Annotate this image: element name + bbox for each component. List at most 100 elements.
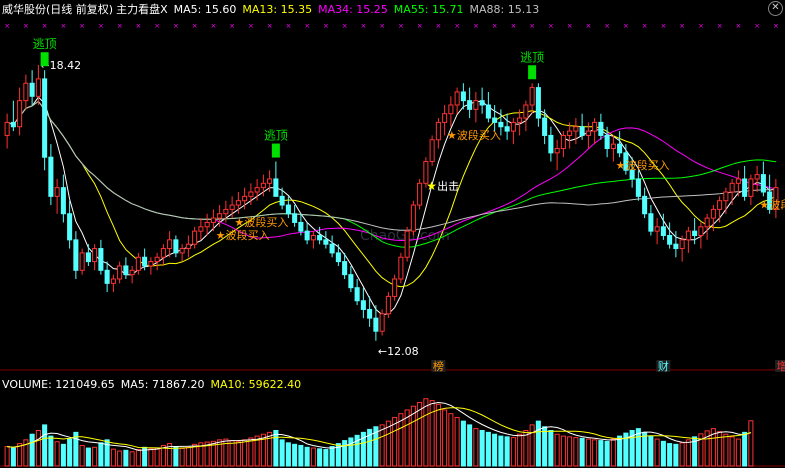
candle-body[interactable]	[367, 308, 373, 319]
candle-body[interactable]	[417, 182, 423, 206]
candle-body[interactable]	[398, 256, 404, 280]
candle-body[interactable]	[192, 230, 198, 245]
candle-body[interactable]	[454, 91, 460, 106]
candle-body[interactable]	[148, 261, 154, 267]
candle-body[interactable]	[598, 121, 604, 136]
candle-body[interactable]	[379, 313, 385, 332]
candle-body[interactable]	[479, 100, 485, 106]
candle-body[interactable]	[373, 317, 379, 332]
candle-body[interactable]	[179, 248, 185, 254]
candle-body[interactable]	[642, 195, 648, 215]
candle-body[interactable]	[310, 235, 316, 241]
candle-body[interactable]	[442, 113, 448, 123]
candle-body[interactable]	[198, 226, 204, 232]
candle-body[interactable]	[129, 269, 135, 276]
candle-body[interactable]	[154, 256, 160, 263]
candle-body[interactable]	[742, 178, 748, 197]
candle-body[interactable]	[473, 100, 479, 110]
candle-body[interactable]	[529, 87, 535, 106]
candle-body[interactable]	[60, 187, 66, 215]
candle-body[interactable]	[335, 252, 341, 263]
candle-body[interactable]	[585, 130, 591, 136]
candle-body[interactable]	[517, 117, 523, 123]
candle-body[interactable]	[79, 252, 85, 271]
kline-chart[interactable]: × × × × × × × × × × × × × × × × × × × × × × × × × × × × × × × × × × × × × × × ×…	[0, 0, 785, 468]
candle-body[interactable]	[567, 130, 573, 136]
candle-body[interactable]	[323, 239, 329, 245]
candle-body[interactable]	[754, 174, 760, 180]
candle-body[interactable]	[298, 221, 304, 232]
candle-body[interactable]	[48, 156, 54, 197]
candle-body[interactable]	[542, 117, 548, 136]
candle-body[interactable]	[435, 121, 441, 141]
candle-body[interactable]	[279, 195, 285, 206]
candle-body[interactable]	[123, 265, 129, 276]
candle-body[interactable]	[510, 121, 516, 132]
candle-body[interactable]	[204, 221, 210, 228]
candle-body[interactable]	[354, 287, 360, 302]
candle-body[interactable]	[535, 87, 541, 119]
candle-body[interactable]	[142, 256, 148, 267]
candle-body[interactable]	[654, 226, 660, 232]
close-x-icon[interactable]: ✕	[768, 1, 783, 16]
candle-body[interactable]	[348, 274, 354, 289]
candle-body[interactable]	[485, 104, 491, 119]
candle-body[interactable]	[267, 178, 273, 184]
candle-body[interactable]	[317, 235, 323, 241]
event-tag[interactable]: 榜	[433, 359, 444, 373]
candle-body[interactable]	[260, 182, 266, 189]
candle-body[interactable]	[554, 148, 560, 154]
candle-body[interactable]	[54, 187, 60, 197]
candle-body[interactable]	[523, 104, 529, 119]
candle-body[interactable]	[292, 213, 298, 223]
candle-body[interactable]	[504, 126, 510, 132]
candle-body[interactable]	[685, 230, 691, 241]
candle-body[interactable]	[217, 213, 223, 219]
candle-body[interactable]	[98, 248, 104, 271]
candle-body[interactable]	[679, 239, 685, 250]
candle-body[interactable]	[385, 295, 391, 315]
candle-body[interactable]	[492, 117, 498, 123]
candle-body[interactable]	[285, 204, 291, 215]
candle-body[interactable]	[85, 252, 91, 263]
candle-body[interactable]	[42, 78, 48, 158]
candle-body[interactable]	[23, 82, 29, 102]
candle-body[interactable]	[498, 121, 504, 128]
candle-body[interactable]	[635, 178, 641, 197]
candle-body[interactable]	[329, 243, 335, 254]
candle-body[interactable]	[660, 226, 666, 237]
candle-body[interactable]	[617, 143, 623, 154]
candle-body[interactable]	[10, 121, 16, 128]
candle-body[interactable]	[648, 213, 654, 232]
candle-body[interactable]	[242, 195, 248, 202]
candle-body[interactable]	[342, 261, 348, 276]
candle-body[interactable]	[304, 230, 310, 241]
event-tag[interactable]: 财	[658, 359, 669, 373]
candle-body[interactable]	[235, 200, 241, 206]
candle-body[interactable]	[735, 178, 741, 184]
candle-body[interactable]	[185, 243, 191, 250]
candle-body[interactable]	[273, 178, 279, 197]
candle-body[interactable]	[67, 213, 73, 241]
candle-body[interactable]	[592, 121, 598, 132]
candle-body[interactable]	[254, 187, 260, 193]
candle-body[interactable]	[392, 278, 398, 297]
candle-body[interactable]	[160, 248, 166, 258]
candle-body[interactable]	[104, 269, 110, 284]
candle-body[interactable]	[229, 204, 235, 210]
candle-body[interactable]	[4, 121, 10, 136]
candle-body[interactable]	[448, 104, 454, 115]
candle-body[interactable]	[610, 143, 616, 149]
candle-body[interactable]	[29, 82, 35, 97]
candle-body[interactable]	[573, 126, 579, 132]
candle-body[interactable]	[248, 191, 254, 197]
candle-body[interactable]	[35, 78, 41, 97]
candle-body[interactable]	[723, 191, 729, 202]
candle-body[interactable]	[717, 200, 723, 210]
candle-body[interactable]	[360, 300, 366, 310]
candle-body[interactable]	[117, 265, 123, 280]
candle-body[interactable]	[560, 134, 566, 149]
candle-body[interactable]	[692, 230, 698, 236]
candle-body[interactable]	[110, 278, 116, 284]
candle-body[interactable]	[667, 235, 673, 245]
